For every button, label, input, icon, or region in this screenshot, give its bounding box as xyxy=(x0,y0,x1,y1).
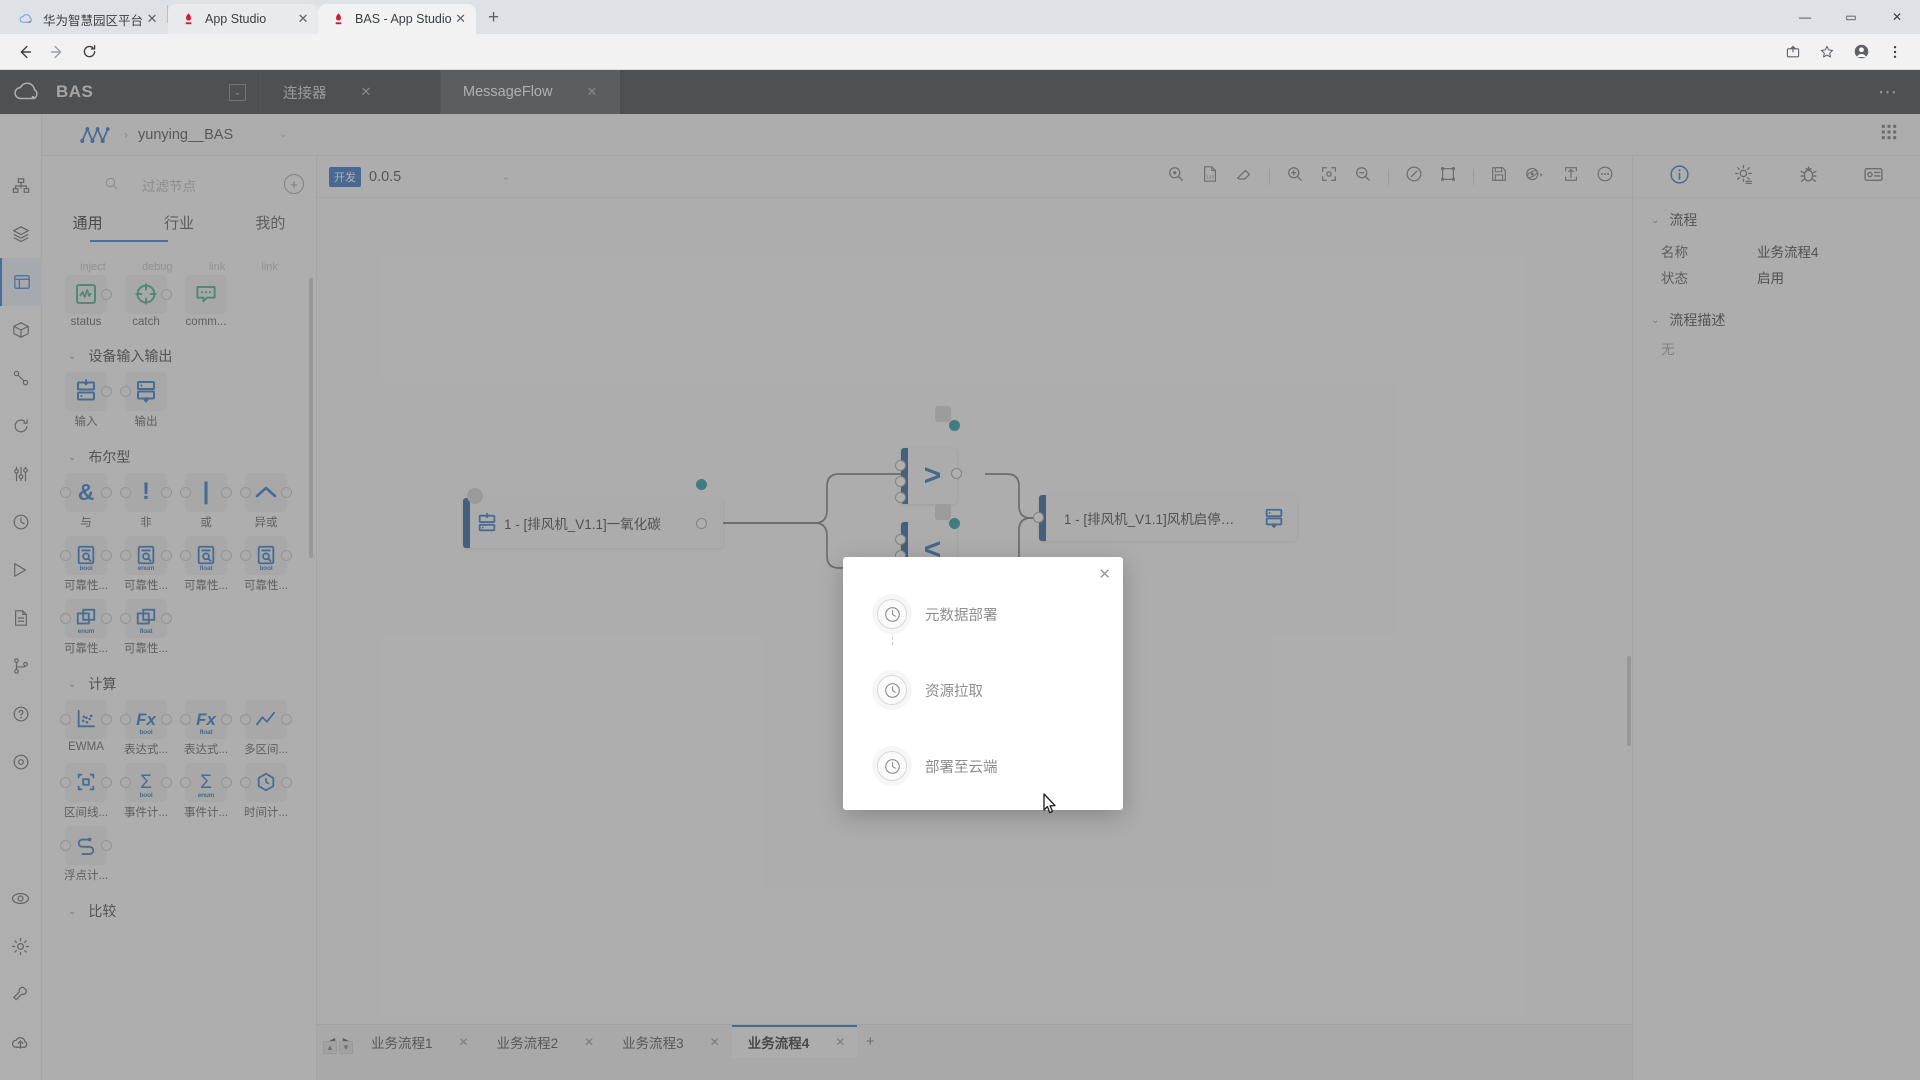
deployment-steps: 元数据部署 资源拉取 部署至云端 xyxy=(843,557,1123,785)
browser-tab-label: App Studio xyxy=(205,12,267,26)
share-icon[interactable] xyxy=(1778,37,1808,67)
maximize-button[interactable]: ▭ xyxy=(1828,0,1874,34)
minimize-button[interactable]: — xyxy=(1782,0,1828,34)
app-window: BAS ⌄ 连接器 ✕ MessageFlow ✕ ⋯ › yunying__B… xyxy=(0,70,1920,1080)
browser-tab-0[interactable]: 华为智慧园区平台 ✕ xyxy=(6,4,167,34)
huawei-icon xyxy=(180,11,196,27)
browser-tab-label: BAS - App Studio xyxy=(355,12,452,26)
clock-icon xyxy=(877,751,907,781)
deploy-step-metadata: 元数据部署 xyxy=(877,595,1123,633)
browser-tab-close[interactable]: ✕ xyxy=(294,10,312,28)
more-menu-icon[interactable] xyxy=(1880,37,1910,67)
profile-icon[interactable] xyxy=(1846,37,1876,67)
close-window-button[interactable]: ✕ xyxy=(1874,0,1920,34)
window-controls: — ▭ ✕ xyxy=(1782,0,1920,34)
browser-tab-1[interactable]: App Studio ✕ xyxy=(168,4,319,34)
clock-icon xyxy=(877,675,907,705)
browser-toolbar xyxy=(0,34,1920,70)
forward-arrow-icon[interactable] xyxy=(42,37,72,67)
browser-tab-label: 华为智慧园区平台 xyxy=(43,13,144,28)
back-arrow-icon[interactable] xyxy=(10,37,40,67)
browser-tab-2[interactable]: BAS - App Studio ✕ xyxy=(318,4,476,34)
deployment-progress-dialog: ✕ 元数据部署 资源拉取 部署至云端 xyxy=(843,557,1123,810)
deploy-step-resource-pull: 资源拉取 xyxy=(877,671,1123,709)
mouse-cursor xyxy=(1040,792,1060,823)
deploy-step-cloud-deploy: 部署至云端 xyxy=(877,747,1123,785)
reload-icon[interactable] xyxy=(74,37,104,67)
clock-icon xyxy=(877,599,907,629)
huawei-icon xyxy=(330,11,346,27)
browser-tab-close[interactable]: ✕ xyxy=(143,10,161,28)
deploy-step-label: 元数据部署 xyxy=(925,607,998,624)
bookmark-star-icon[interactable] xyxy=(1812,37,1842,67)
cloud-icon xyxy=(18,11,34,27)
deploy-step-label: 部署至云端 xyxy=(925,759,998,776)
deploy-step-label: 资源拉取 xyxy=(925,683,983,700)
new-tab-button[interactable]: + xyxy=(480,4,508,32)
toolbar-right-group xyxy=(1778,37,1910,67)
browser-tab-strip: 华为智慧园区平台 ✕ App Studio ✕ BAS - App Studio… xyxy=(0,0,1920,34)
address-bar[interactable] xyxy=(114,39,1768,65)
browser-tab-close[interactable]: ✕ xyxy=(452,10,470,28)
